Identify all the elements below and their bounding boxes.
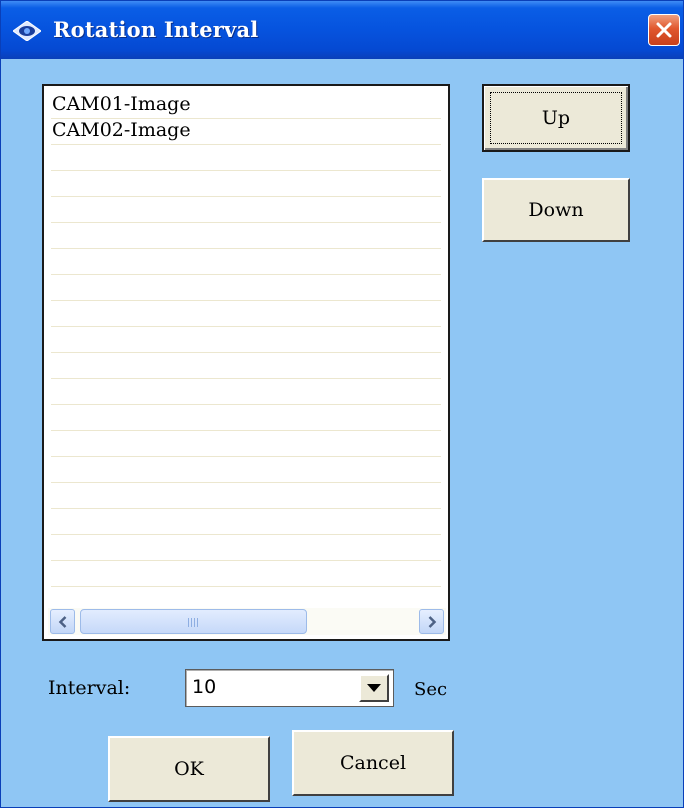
focus-rectangle xyxy=(490,92,622,144)
down-button-label: Down xyxy=(528,199,584,221)
list-item[interactable]: CAM01-Image xyxy=(51,93,441,119)
camera-list[interactable]: CAM01-Image CAM02-Image xyxy=(42,84,450,641)
scroll-left-button[interactable] xyxy=(50,609,75,634)
interval-label: Interval: xyxy=(48,677,131,699)
grip-icon xyxy=(188,618,200,627)
horizontal-scrollbar[interactable] xyxy=(48,608,446,635)
diamond-eye-icon xyxy=(12,20,42,42)
ok-button-label: OK xyxy=(174,758,204,780)
close-button[interactable] xyxy=(648,14,680,46)
interval-value: 10 xyxy=(192,676,217,698)
list-item[interactable]: CAM02-Image xyxy=(51,119,441,145)
chevron-right-icon xyxy=(428,616,437,628)
dropdown-button[interactable] xyxy=(359,674,389,702)
close-icon xyxy=(656,22,672,38)
down-button[interactable]: Down xyxy=(482,178,630,242)
title-bar[interactable]: Rotation Interval xyxy=(1,1,683,59)
camera-list-rows: CAM01-Image CAM02-Image xyxy=(51,93,441,612)
rotation-interval-dialog: Rotation Interval CAM01-Image CAM02-Imag… xyxy=(0,0,684,808)
sec-unit-label: Sec xyxy=(414,679,448,700)
scroll-right-button[interactable] xyxy=(419,609,444,634)
window-title: Rotation Interval xyxy=(53,17,259,42)
up-button[interactable]: Up xyxy=(482,84,630,152)
ok-button[interactable]: OK xyxy=(108,736,270,802)
cancel-button-label: Cancel xyxy=(339,752,407,774)
chevron-left-icon xyxy=(58,616,67,628)
interval-select[interactable]: 10 xyxy=(185,669,394,707)
scroll-thumb[interactable] xyxy=(80,609,307,634)
cancel-button[interactable]: Cancel xyxy=(292,730,454,796)
triangle-down-icon xyxy=(367,684,381,692)
